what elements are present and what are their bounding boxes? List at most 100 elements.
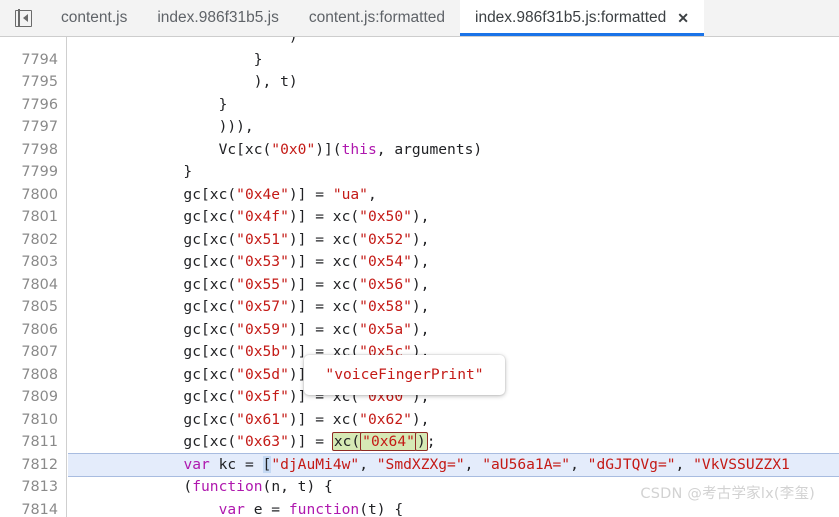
line-number: 7812 bbox=[21, 456, 58, 473]
string-token: "0x4e" bbox=[236, 185, 289, 203]
code-token: , bbox=[367, 185, 377, 203]
code-token: } bbox=[78, 50, 263, 68]
string-token: "0x52" bbox=[359, 230, 412, 248]
line-number: 7804 bbox=[21, 276, 58, 293]
tab-content-js[interactable]: content.js bbox=[46, 0, 142, 36]
code-token: gc[xc( bbox=[78, 208, 237, 225]
line-number: 7806 bbox=[21, 321, 58, 338]
tab-content-js-formatted[interactable]: content.js:formatted bbox=[294, 0, 460, 36]
line-number: 7797 bbox=[21, 119, 58, 135]
code-line[interactable]: gc[xc("0x59")] = xc("0x5a"), bbox=[68, 319, 839, 342]
string-token: "0x62" bbox=[359, 410, 412, 428]
panel-collapse-icon bbox=[14, 8, 32, 28]
code-token: } bbox=[78, 163, 193, 180]
code-token: )] = xc( bbox=[288, 230, 360, 248]
string-token: "0x5d" bbox=[236, 365, 289, 383]
line-number: 7798 bbox=[21, 141, 58, 158]
code-token: )] = xc( bbox=[288, 208, 360, 225]
code-token: gc[xc( bbox=[78, 185, 237, 203]
code-token: )] = xc( bbox=[288, 410, 360, 428]
code-token: ))), bbox=[78, 118, 254, 135]
string-token: "0x61" bbox=[236, 410, 289, 428]
code-token: gc[xc( bbox=[78, 320, 237, 338]
tooltip-text: "voiceFingerPrint" bbox=[325, 365, 484, 383]
line-number: 7807 bbox=[21, 344, 58, 360]
code-content[interactable]: ) } ), t) } ))), Vc[xc("0x0")](this, arg… bbox=[68, 37, 839, 517]
tab-label: content.js bbox=[61, 9, 128, 26]
code-token: gc[xc( bbox=[78, 343, 237, 360]
line-number: 7805 bbox=[21, 299, 58, 315]
string-token: "0x55" bbox=[236, 275, 289, 293]
line-number: 7813 bbox=[21, 479, 58, 495]
string-token: "0x4f" bbox=[236, 208, 289, 225]
code-token: gc[xc( bbox=[78, 365, 237, 383]
keyword-token: var bbox=[218, 500, 245, 517]
string-token: "VkVSSUZZX1 bbox=[693, 455, 790, 473]
highlighted-token: xc( bbox=[331, 432, 363, 451]
line-number: 7810 bbox=[21, 411, 58, 428]
line-number-gutter: 7794 7795 7796 7797 7798 7799 7800 7801 7802 7803… bbox=[0, 37, 67, 517]
code-token: )] = xc( bbox=[288, 253, 360, 270]
code-token: , arguments) bbox=[376, 140, 483, 158]
code-line[interactable]: gc[xc("0x51")] = xc("0x52"), bbox=[68, 229, 839, 252]
code-token: )] = bbox=[288, 185, 333, 203]
code-token: gc[xc( bbox=[78, 298, 237, 315]
code-token: (n, t) { bbox=[262, 478, 333, 495]
code-token: ), bbox=[411, 298, 430, 315]
code-line[interactable]: gc[xc("0x4e")] = "ua", bbox=[68, 184, 839, 207]
code-token: ), bbox=[411, 208, 430, 225]
code-line[interactable]: gc[xc("0x53")] = xc("0x54"), bbox=[68, 251, 839, 274]
matched-bracket: [ bbox=[262, 455, 272, 473]
code-line[interactable]: ), t) bbox=[68, 71, 839, 94]
tab-close-icon[interactable]: ✕ bbox=[677, 11, 689, 25]
code-line[interactable]: gc[xc("0x61")] = xc("0x62"), bbox=[68, 409, 839, 432]
code-line[interactable]: ) bbox=[68, 37, 839, 49]
line-number: 7799 bbox=[21, 164, 58, 180]
code-token: (t) { bbox=[359, 500, 404, 517]
code-line[interactable]: gc[xc("0x4f")] = xc("0x50"), bbox=[68, 206, 839, 229]
keyword-token: var bbox=[183, 455, 210, 473]
code-line[interactable]: gc[xc("0x55")] = xc("0x56"), bbox=[68, 274, 839, 297]
tab-bar: content.js index.986f31b5.js content.js:fo… bbox=[0, 0, 839, 37]
tab-label: content.js:formatted bbox=[308, 9, 445, 26]
tab-index-986f31b5-js[interactable]: index.986f31b5.js bbox=[142, 0, 294, 36]
string-token: "SmdXZXg=" bbox=[376, 455, 465, 473]
string-token: "0x5b" bbox=[236, 343, 289, 360]
code-token: e = bbox=[244, 500, 289, 517]
line-number: 7800 bbox=[21, 186, 58, 203]
tab-label: index.986f31b5.js bbox=[157, 9, 279, 26]
code-line-active[interactable]: var kc = ["djAuMi4w", "SmdXZXg=", "aU56a… bbox=[68, 452, 839, 477]
code-line[interactable]: Vc[xc("0x0")](this, arguments) bbox=[68, 139, 839, 162]
tab-index-986f31b5-js-formatted[interactable]: index.986f31b5.js:formatted ✕ bbox=[460, 0, 705, 36]
string-token: "0x63" bbox=[236, 433, 289, 450]
code-token: gc[xc( bbox=[78, 230, 237, 248]
line-number: 7814 bbox=[21, 501, 58, 517]
code-token: )] = xc( bbox=[288, 275, 360, 293]
code-line[interactable]: gc[xc("0x57")] = xc("0x58"), bbox=[68, 296, 839, 319]
tab-list: content.js index.986f31b5.js content.js:fo… bbox=[46, 0, 705, 36]
code-token: )] = bbox=[288, 433, 333, 450]
tab-label: index.986f31b5.js:formatted bbox=[475, 9, 667, 26]
code-token: gc[xc( bbox=[78, 388, 237, 405]
code-line[interactable]: gc[xc("0x63")] = xc("0x64"); bbox=[68, 431, 839, 454]
string-token: "djAuMi4w" bbox=[271, 455, 360, 473]
code-token: , bbox=[570, 455, 588, 473]
code-line[interactable]: } bbox=[68, 49, 839, 72]
code-token: )] = xc( bbox=[288, 298, 360, 315]
code-editor[interactable]: 7794 7795 7796 7797 7798 7799 7800 7801 7802 7803… bbox=[0, 37, 839, 517]
code-token: ), t) bbox=[78, 73, 298, 90]
code-token: , bbox=[359, 455, 377, 473]
code-line[interactable]: } bbox=[68, 161, 839, 184]
code-token: Vc[xc( bbox=[78, 140, 272, 158]
string-token: "0x56" bbox=[359, 275, 412, 293]
string-token: "0x57" bbox=[236, 298, 289, 315]
keyword-token: function bbox=[288, 500, 360, 517]
keyword-token: this bbox=[341, 140, 377, 158]
navigator-toggle-button[interactable] bbox=[0, 0, 46, 36]
code-token: , bbox=[675, 455, 694, 473]
code-line[interactable]: } bbox=[68, 94, 839, 117]
code-token: kc = bbox=[209, 455, 263, 473]
code-line[interactable]: ))), bbox=[68, 116, 839, 139]
code-token: gc[xc( bbox=[78, 410, 237, 428]
string-token: "0x58" bbox=[359, 298, 412, 315]
